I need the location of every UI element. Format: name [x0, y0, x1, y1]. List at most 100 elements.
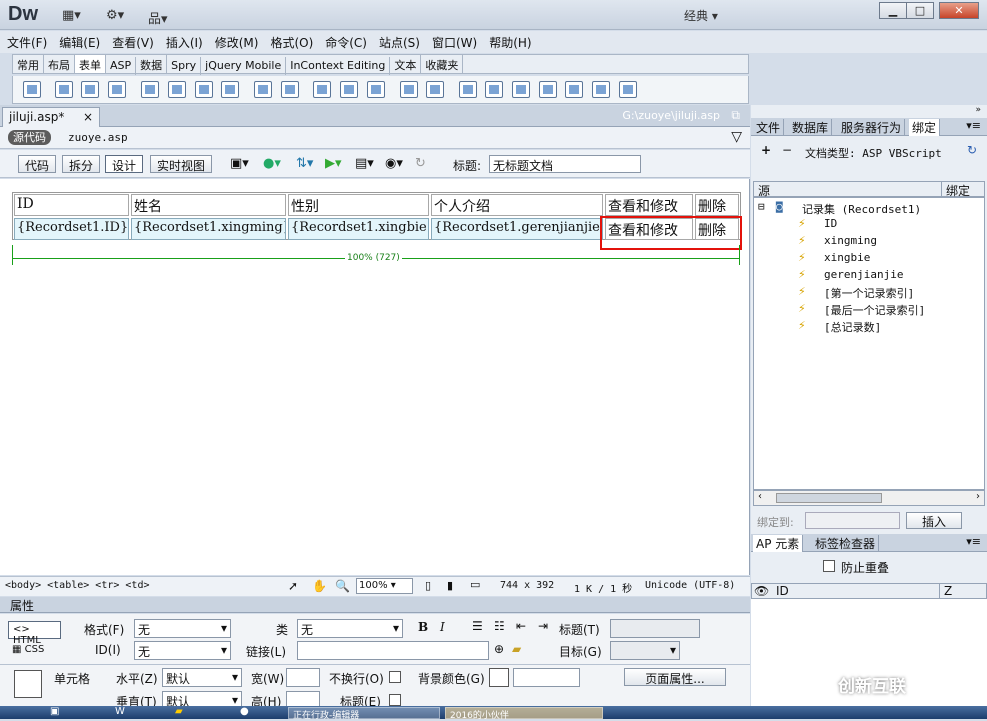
tab-asp[interactable]: ASP — [106, 57, 137, 75]
menu-help[interactable]: 帮助(H) — [482, 31, 536, 51]
italic-button[interactable]: I — [440, 620, 445, 634]
field-total-records[interactable]: [总记录数] — [824, 319, 881, 335]
page-properties-button[interactable]: 页面属性... — [624, 668, 726, 686]
point-to-file-icon[interactable]: ⊕ — [494, 642, 504, 656]
bgcolor-input[interactable] — [513, 668, 580, 687]
menu-format[interactable]: 格式(O) — [263, 31, 318, 51]
cell-recordset-name[interactable]: {Recordset1.xingming} — [131, 218, 286, 240]
taskbar-word-icon[interactable]: W — [115, 706, 125, 717]
width-input[interactable] — [286, 668, 320, 687]
menu-edit[interactable]: 编辑(E) — [52, 31, 105, 51]
recordset-node[interactable]: 记录集 (Recordset1) — [802, 201, 921, 217]
taskbar-app-icon[interactable]: ▣ — [50, 706, 59, 717]
tab-common[interactable]: 常用 — [13, 55, 44, 73]
preview-browser-icon[interactable]: ●▾ — [263, 156, 281, 171]
tab-tag-inspector[interactable]: 标签检查器 — [812, 535, 880, 552]
tablet-size-icon[interactable]: ▮ — [447, 579, 453, 592]
panel-menu-icon[interactable]: ▾≡ — [966, 119, 981, 132]
validate-icon[interactable]: ▤▾ — [355, 156, 374, 171]
taskbar-window-2[interactable]: 2016的小伙伴 — [445, 707, 603, 721]
spry-text-icon[interactable] — [459, 81, 477, 98]
tab-incontext[interactable]: InContext Editing — [286, 57, 391, 75]
spry-checkbox-icon[interactable] — [512, 81, 530, 98]
menu-site[interactable]: 站点(S) — [372, 31, 425, 51]
tree-collapse-toggle[interactable]: ⊟ — [758, 200, 765, 213]
header-cell-id[interactable]: ID — [14, 194, 129, 216]
radio-icon[interactable] — [195, 81, 213, 98]
spry-textarea-icon[interactable] — [485, 81, 503, 98]
textarea-icon[interactable] — [108, 81, 126, 98]
title-attr-input[interactable] — [610, 619, 700, 638]
bold-button[interactable]: B — [418, 620, 428, 634]
remove-binding-icon[interactable]: − — [782, 143, 792, 157]
field-xingbie[interactable]: xingbie — [824, 251, 870, 264]
tab-favorites[interactable]: 收藏夹 — [421, 55, 464, 73]
phone-size-icon[interactable]: ▯ — [425, 579, 431, 592]
header-cell-gender[interactable]: 性别 — [288, 194, 429, 216]
tab-layout[interactable]: 布局 — [44, 55, 75, 73]
close-button[interactable]: ✕ — [939, 2, 979, 19]
tab-server-behaviors[interactable]: 服务器行为 — [838, 119, 906, 136]
properties-header[interactable]: 属性 — [0, 597, 750, 613]
label-icon[interactable] — [400, 81, 418, 98]
refresh-icon[interactable]: ↻ — [967, 143, 977, 157]
spry-password-icon[interactable] — [565, 81, 583, 98]
menu-window[interactable]: 窗口(W) — [425, 31, 482, 51]
related-file[interactable]: zuoye.asp — [68, 131, 128, 144]
tab-databases[interactable]: 数据库 — [789, 119, 833, 136]
ap-col-z[interactable]: Z — [939, 584, 952, 598]
desktop-size-icon[interactable]: ▭ — [470, 578, 480, 591]
select-tool-icon[interactable]: ➚ — [288, 579, 298, 593]
menu-view[interactable]: 查看(V) — [105, 31, 159, 51]
tab-forms[interactable]: 表单 — [75, 55, 106, 73]
file-field-icon[interactable] — [340, 81, 358, 98]
site-icon[interactable]: 品▾ — [148, 8, 168, 27]
source-code-button[interactable]: 源代码 — [8, 130, 51, 145]
eye-icon[interactable]: 👁 — [754, 584, 769, 598]
halign-select[interactable]: 默认 ▾ — [162, 668, 242, 687]
jump-menu-icon[interactable] — [281, 81, 299, 98]
spry-select-icon[interactable] — [539, 81, 557, 98]
tab-data[interactable]: 数据 — [136, 55, 168, 73]
code-view-button[interactable]: 代码 — [18, 155, 57, 173]
header-cell-view-edit[interactable]: 查看和修改 — [605, 194, 693, 216]
refresh-icon[interactable]: ↻ — [415, 156, 426, 171]
split-view-button[interactable]: 拆分 — [62, 155, 101, 173]
prevent-overlap-checkbox[interactable] — [823, 560, 835, 572]
indent-icon[interactable]: ⇥ — [538, 619, 548, 633]
spry-radio-icon[interactable] — [619, 81, 637, 98]
spry-confirm-icon[interactable] — [592, 81, 610, 98]
zoom-select[interactable]: 100% ▾ — [356, 578, 413, 594]
taskbar-window-1[interactable]: 正在行政-编辑器 — [288, 707, 440, 721]
outdent-icon[interactable]: ⇤ — [516, 619, 526, 633]
filter-icon[interactable]: ▽ — [731, 129, 742, 145]
visual-aids-icon[interactable]: ◉▾ — [385, 156, 403, 171]
bind-to-select[interactable] — [805, 512, 900, 529]
ap-panel-menu-icon[interactable]: ▾≡ — [966, 535, 981, 548]
nowrap-checkbox[interactable] — [389, 671, 401, 683]
header-cell-delete[interactable]: 删除 — [695, 194, 739, 216]
select-icon[interactable] — [254, 81, 272, 98]
id-select[interactable]: 无 ▾ — [134, 641, 231, 660]
menu-insert[interactable]: 插入(I) — [159, 31, 208, 51]
field-first-index[interactable]: [第一个记录索引] — [824, 285, 914, 301]
text-field-icon[interactable] — [55, 81, 73, 98]
workspace-switcher[interactable]: 经典 ▾ — [684, 7, 718, 24]
field-id[interactable]: ID — [824, 217, 837, 230]
field-xingming[interactable]: xingming — [824, 234, 877, 247]
scroll-right-icon[interactable]: › — [976, 491, 980, 502]
multiscreen-icon[interactable]: ▣▾ — [230, 156, 249, 171]
ordered-list-icon[interactable]: ☷ — [494, 619, 505, 633]
bgcolor-swatch[interactable] — [489, 668, 509, 687]
radio-group-icon[interactable] — [221, 81, 239, 98]
tab-ap-elements[interactable]: AP 元素 — [753, 535, 804, 552]
live-view-button[interactable]: 实时视图 — [150, 155, 213, 173]
window-size[interactable]: 744 x 392 — [500, 580, 554, 591]
browse-folder-icon[interactable]: ▰ — [512, 642, 521, 656]
maximize-button[interactable]: □ — [906, 2, 934, 19]
menu-file[interactable]: 文件(F) — [0, 31, 52, 51]
cell-merge-icon[interactable] — [14, 670, 42, 698]
button-icon[interactable] — [367, 81, 385, 98]
design-view-button[interactable]: 设计 — [105, 155, 144, 173]
html-mode-button[interactable]: <> HTML — [8, 621, 61, 646]
